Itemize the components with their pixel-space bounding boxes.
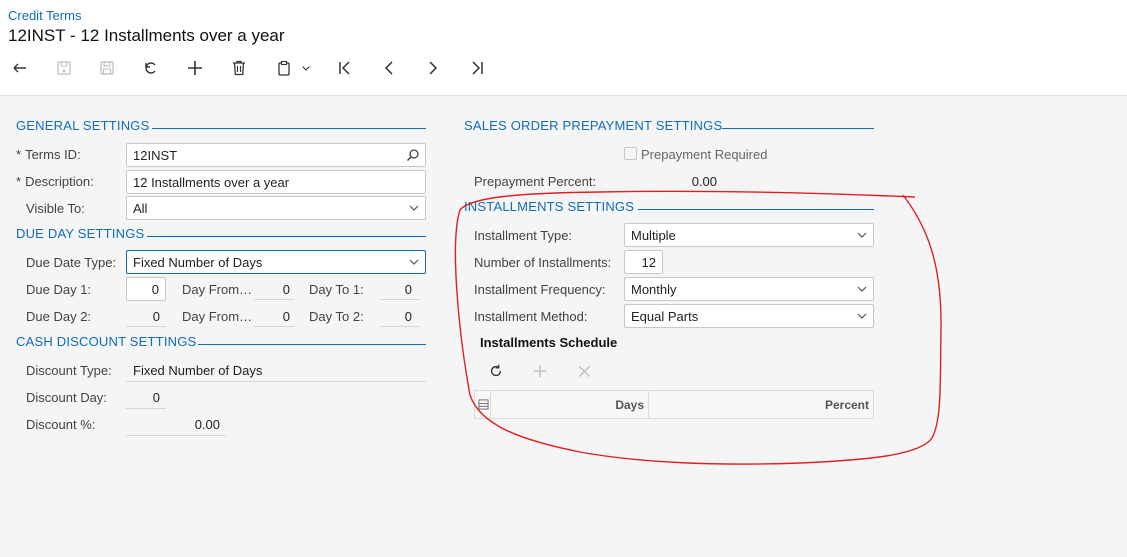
chevron-down-icon xyxy=(857,286,867,292)
percent-column-header[interactable]: Percent xyxy=(649,398,869,412)
prepayment-required-label: Prepayment Required xyxy=(641,147,768,162)
field-underline xyxy=(254,326,294,327)
breadcrumb[interactable]: Credit Terms xyxy=(8,8,81,23)
day-to-1-label: Day To 1: xyxy=(309,282,364,297)
section-divider xyxy=(152,128,426,129)
field-underline xyxy=(380,326,420,327)
prepayment-required-checkbox[interactable] xyxy=(624,147,637,160)
prepayment-percent-label: Prepayment Percent: xyxy=(474,174,597,189)
prepayment-settings-title: SALES ORDER PREPAYMENT SETTINGS xyxy=(464,118,723,133)
page-title: 12INST - 12 Installments over a year xyxy=(8,26,285,45)
day-from-2-label: Day From… xyxy=(182,309,253,324)
installment-type-label: Installment Type: xyxy=(474,228,573,243)
day-from-1-label: Day From… xyxy=(182,282,253,297)
field-underline xyxy=(126,381,426,382)
description-field[interactable]: 12 Installments over a year xyxy=(126,170,426,194)
delete-icon[interactable] xyxy=(227,56,251,80)
visible-to-select[interactable]: All xyxy=(126,196,426,220)
due-day-1-label: Due Day 1: xyxy=(26,282,92,297)
installment-method-select[interactable]: Equal Parts xyxy=(624,304,874,328)
next-record-icon[interactable] xyxy=(421,56,445,80)
discount-type-field[interactable]: Fixed Number of Days xyxy=(133,363,262,378)
terms-id-input[interactable]: 12INST xyxy=(126,143,426,167)
installments-schedule-title: Installments Schedule xyxy=(480,335,618,350)
discount-percent-field[interactable]: 0.00 xyxy=(126,417,220,432)
copy-paste-icon[interactable] xyxy=(272,56,296,80)
chevron-down-icon[interactable] xyxy=(296,56,316,80)
cash-discount-settings-title: CASH DISCOUNT SETTINGS xyxy=(16,334,197,349)
installments-schedule-grid: Days Percent xyxy=(474,390,874,419)
row-selector-icon[interactable] xyxy=(478,398,490,410)
field-underline xyxy=(254,299,294,300)
section-divider xyxy=(722,128,874,129)
section-divider xyxy=(638,209,874,210)
installment-frequency-select[interactable]: Monthly xyxy=(624,277,874,301)
day-from-1-field[interactable]: 0 xyxy=(254,282,290,297)
installment-frequency-label: Installment Frequency: xyxy=(474,282,606,297)
day-to-2-field[interactable]: 0 xyxy=(380,309,412,324)
field-underline xyxy=(380,299,420,300)
previous-record-icon[interactable] xyxy=(377,56,401,80)
description-label: * Description: xyxy=(16,174,94,189)
terms-id-label: * Terms ID: xyxy=(16,147,81,162)
chevron-down-icon xyxy=(409,259,419,265)
due-day-2-field[interactable]: 0 xyxy=(126,309,160,324)
visible-to-label: Visible To: xyxy=(26,201,85,216)
installment-type-select[interactable]: Multiple xyxy=(624,223,874,247)
number-of-installments-label: Number of Installments: xyxy=(474,255,612,270)
field-underline xyxy=(126,408,166,409)
chevron-down-icon xyxy=(409,205,419,211)
day-to-1-field[interactable]: 0 xyxy=(380,282,412,297)
search-icon[interactable] xyxy=(406,148,420,162)
section-divider xyxy=(147,236,426,237)
save-icon[interactable] xyxy=(95,56,119,80)
page-header: Credit Terms 12INST - 12 Installments ov… xyxy=(0,0,1127,96)
due-day-1-field[interactable]: 0 xyxy=(126,277,166,301)
day-to-2-label: Day To 2: xyxy=(309,309,364,324)
due-day-2-label: Due Day 2: xyxy=(26,309,92,324)
save-close-icon[interactable] xyxy=(52,56,76,80)
due-date-type-select[interactable]: Fixed Number of Days xyxy=(126,250,426,274)
refresh-icon[interactable] xyxy=(484,359,508,383)
undo-icon[interactable] xyxy=(139,56,163,80)
last-record-icon[interactable] xyxy=(465,56,489,80)
prepayment-percent-field[interactable]: 0.00 xyxy=(624,174,717,189)
discount-percent-label: Discount %: xyxy=(26,417,96,432)
general-settings-title: GENERAL SETTINGS xyxy=(16,118,150,133)
discount-type-label: Discount Type: xyxy=(26,363,112,378)
due-day-settings-title: DUE DAY SETTINGS xyxy=(16,226,145,241)
chevron-down-icon xyxy=(857,313,867,319)
discount-day-label: Discount Day: xyxy=(26,390,107,405)
add-row-icon[interactable] xyxy=(528,359,552,383)
field-underline xyxy=(126,435,226,436)
number-of-installments-field[interactable]: 12 xyxy=(624,250,663,274)
add-icon[interactable] xyxy=(183,56,207,80)
first-record-icon[interactable] xyxy=(333,56,357,80)
chevron-down-icon xyxy=(857,232,867,238)
installments-settings-title: INSTALLMENTS SETTINGS xyxy=(464,199,635,214)
due-date-type-label: Due Date Type: xyxy=(26,255,117,270)
installment-method-label: Installment Method: xyxy=(474,309,588,324)
day-from-2-field[interactable]: 0 xyxy=(254,309,290,324)
section-divider xyxy=(198,344,426,345)
discount-day-field[interactable]: 0 xyxy=(126,390,160,405)
days-column-header[interactable]: Days xyxy=(491,398,644,412)
delete-row-icon[interactable] xyxy=(572,359,596,383)
back-icon[interactable] xyxy=(8,56,32,80)
field-underline xyxy=(126,326,166,327)
